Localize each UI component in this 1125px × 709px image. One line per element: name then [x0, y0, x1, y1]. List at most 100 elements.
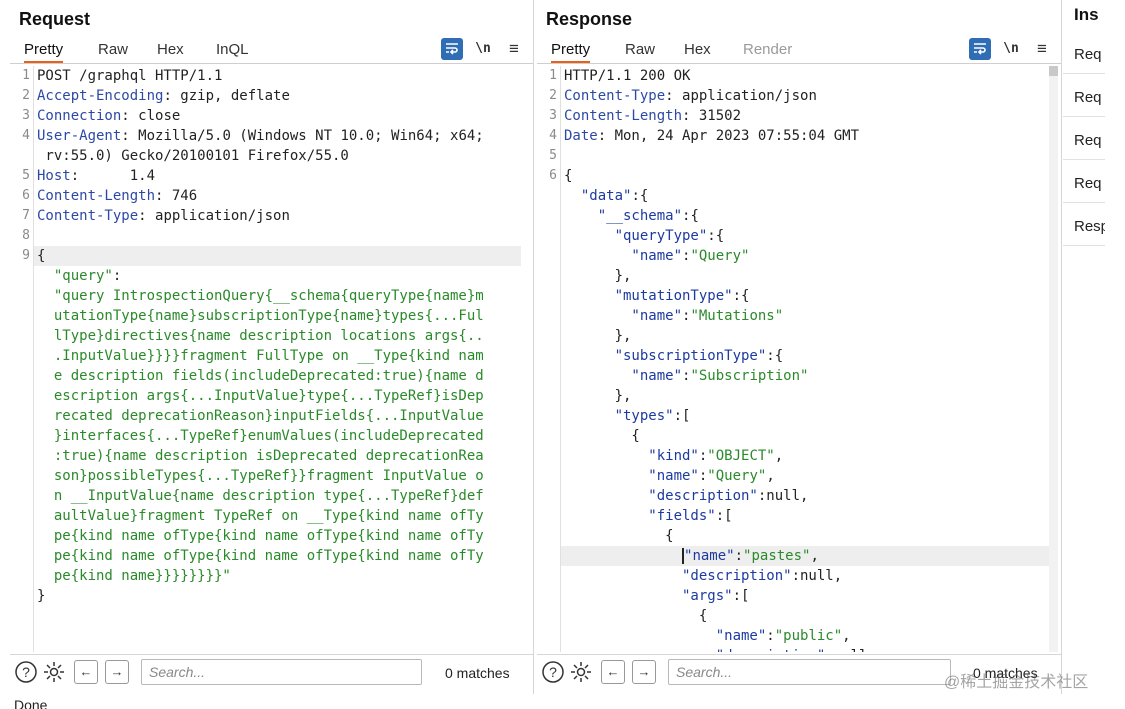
scrollbar-thumb[interactable]	[1049, 66, 1058, 76]
code-line[interactable]: {	[561, 606, 1049, 626]
code-line[interactable]: }interfaces{...TypeRef}enumValues(includ…	[34, 426, 521, 446]
inspector-item-request[interactable]: Req	[1063, 163, 1105, 203]
code-token: "Subscription"	[690, 368, 809, 384]
code-line[interactable]: rv:55.0) Gecko/20100101 Firefox/55.0	[34, 146, 521, 166]
code-line[interactable]: },	[561, 326, 1049, 346]
previous-match-icon[interactable]: ←	[74, 660, 98, 684]
code-line[interactable]: 2 Accept-Encoding: gzip, deflate	[22, 86, 521, 106]
code-line[interactable]: 1 POST /graphql HTTP/1.1	[22, 66, 521, 86]
line-content: }interfaces{...TypeRef}enumValues(includ…	[34, 428, 484, 444]
request-tab-pretty[interactable]: Pretty	[24, 41, 64, 63]
help-icon[interactable]: ?	[541, 660, 565, 684]
code-line[interactable]: :true){name description isDeprecated dep…	[34, 446, 521, 466]
newline-toggle-icon[interactable]: \n	[1000, 38, 1022, 60]
response-tab-hex[interactable]: Hex	[684, 41, 711, 58]
code-line[interactable]: 7 Content-Type: application/json	[22, 206, 521, 226]
code-line[interactable]: "description":null,	[561, 486, 1049, 506]
code-line[interactable]: n __InputValue{name description type{...…	[34, 486, 521, 506]
pretty-print-icon[interactable]	[969, 38, 991, 60]
code-line[interactable]: {	[561, 426, 1049, 446]
code-line[interactable]: "description":null	[561, 646, 1049, 652]
response-tab-pretty[interactable]: Pretty	[551, 41, 591, 63]
request-tab-raw[interactable]: Raw	[98, 41, 128, 58]
help-icon[interactable]: ?	[14, 660, 38, 684]
next-match-icon[interactable]: →	[105, 660, 129, 684]
code-line[interactable]: 3 Connection: close	[22, 106, 521, 126]
response-tab-raw[interactable]: Raw	[625, 41, 655, 58]
code-line[interactable]: "name":"Query",	[561, 466, 1049, 486]
code-line[interactable]: "args":[	[561, 586, 1049, 606]
response-scrollbar[interactable]	[1049, 66, 1058, 652]
code-token: "description"	[564, 488, 758, 504]
line-number: 4	[22, 128, 30, 143]
code-line[interactable]: 6 Content-Length: 746	[22, 186, 521, 206]
pretty-print-icon[interactable]	[441, 38, 463, 60]
code-line[interactable]: 4 Date: Mon, 24 Apr 2023 07:55:04 GMT	[549, 126, 1049, 146]
code-line[interactable]: "name":"Mutations"	[561, 306, 1049, 326]
inspector-item-request[interactable]: Req	[1063, 120, 1105, 160]
code-line[interactable]: "query IntrospectionQuery{__schema{query…	[34, 286, 521, 306]
code-line[interactable]: "kind":"OBJECT",	[561, 446, 1049, 466]
line-content: "description":null	[561, 648, 868, 652]
code-line[interactable]: 2 Content-Type: application/json	[549, 86, 1049, 106]
code-line[interactable]: 6{	[549, 166, 1049, 186]
code-line[interactable]: pe{kind name}}}}}}}}"	[34, 566, 521, 586]
request-search-input[interactable]	[141, 659, 422, 685]
code-line[interactable]: 5 Host: 1.4	[22, 166, 521, 186]
inspector-item-request[interactable]: Req	[1063, 34, 1105, 74]
inspector-item-response[interactable]: Resp	[1063, 206, 1105, 246]
newline-toggle-icon[interactable]: \n	[472, 38, 494, 60]
code-line[interactable]: 5	[549, 146, 1049, 166]
request-tab-inql[interactable]: InQL	[216, 41, 249, 58]
code-token: Content-Type	[564, 88, 666, 104]
code-token: ,	[774, 448, 784, 464]
menu-icon[interactable]: ≡	[503, 38, 525, 60]
previous-match-icon[interactable]: ←	[601, 660, 625, 684]
line-content: "description":null,	[561, 568, 842, 584]
code-line[interactable]: "subscriptionType":{	[561, 346, 1049, 366]
code-line[interactable]: e description fields(includeDeprecated:t…	[34, 366, 521, 386]
code-line[interactable]: .InputValue}}}}fragment FullType on __Ty…	[34, 346, 521, 366]
code-line[interactable]: "name":"pastes",	[561, 546, 1049, 566]
code-line[interactable]: 8	[22, 226, 521, 246]
code-line[interactable]: "mutationType":{	[561, 286, 1049, 306]
code-line[interactable]: 1 HTTP/1.1 200 OK	[549, 66, 1049, 86]
response-tab-render[interactable]: Render	[743, 41, 792, 58]
code-line[interactable]: },	[561, 386, 1049, 406]
code-line[interactable]: son}possibleTypes{...TypeRef}}fragment I…	[34, 466, 521, 486]
code-line[interactable]: 9{	[22, 246, 521, 266]
code-line[interactable]: aultValue}fragment TypeRef on __Type{kin…	[34, 506, 521, 526]
code-token: :true){name description isDeprecated dep…	[37, 448, 484, 464]
code-line[interactable]: escription args{...InputValue}type{...Ty…	[34, 386, 521, 406]
code-line[interactable]: "types":[	[561, 406, 1049, 426]
code-line[interactable]: utationType{name}subscriptionType{name}t…	[34, 306, 521, 326]
code-line[interactable]: 4 User-Agent: Mozilla/5.0 (Windows NT 10.…	[22, 126, 521, 146]
settings-gear-icon[interactable]	[569, 660, 593, 684]
code-line[interactable]: },	[561, 266, 1049, 286]
code-line[interactable]: {	[561, 526, 1049, 546]
request-editor[interactable]: 1 POST /graphql HTTP/1.1 2 Accept-Encoding:…	[10, 66, 533, 652]
code-token: escription args{...InputValue}type{...Ty…	[37, 388, 484, 404]
code-line[interactable]: pe{kind name ofType{kind name ofType{kin…	[34, 526, 521, 546]
inspector-item-request[interactable]: Req	[1063, 77, 1105, 117]
response-search-input[interactable]	[668, 659, 951, 685]
code-line[interactable]: "data":{	[561, 186, 1049, 206]
code-line[interactable]: "__schema":{	[561, 206, 1049, 226]
code-line[interactable]: "name":"Query"	[561, 246, 1049, 266]
code-line[interactable]: "query":	[34, 266, 521, 286]
code-line[interactable]: "description":null,	[561, 566, 1049, 586]
request-tab-hex[interactable]: Hex	[157, 41, 184, 58]
code-line[interactable]: "fields":[	[561, 506, 1049, 526]
code-line[interactable]: recated deprecationReason}inputFields{..…	[34, 406, 521, 426]
code-line[interactable]: "name":"Subscription"	[561, 366, 1049, 386]
code-line[interactable]: "name":"public",	[561, 626, 1049, 646]
code-line[interactable]: pe{kind name ofType{kind name ofType{kin…	[34, 546, 521, 566]
menu-icon[interactable]: ≡	[1031, 38, 1053, 60]
code-line[interactable]: "queryType":{	[561, 226, 1049, 246]
settings-gear-icon[interactable]	[42, 660, 66, 684]
response-editor[interactable]: 1 HTTP/1.1 200 OK 2 Content-Type: applicati…	[537, 66, 1061, 652]
code-line[interactable]: 3 Content-Length: 31502	[549, 106, 1049, 126]
code-line[interactable]: }	[34, 586, 521, 606]
code-line[interactable]: lType}directives{name description locati…	[34, 326, 521, 346]
next-match-icon[interactable]: →	[632, 660, 656, 684]
